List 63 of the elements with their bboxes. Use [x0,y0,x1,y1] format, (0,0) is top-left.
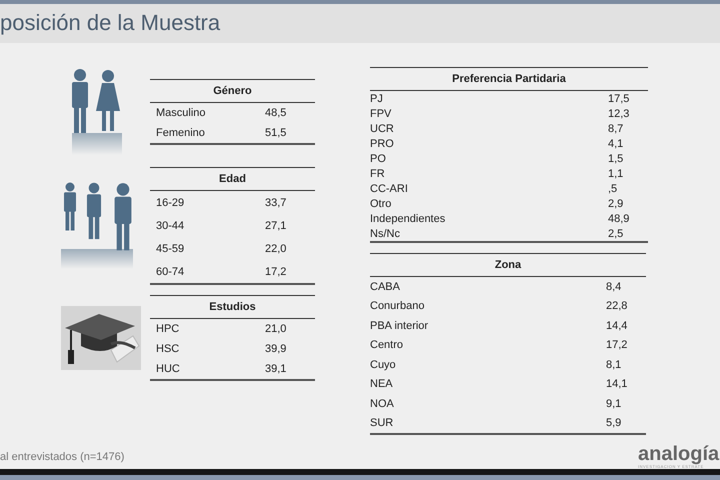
row-label: PO [370,152,387,165]
row-label: 45-59 [156,242,186,255]
row-value: 39,9 [265,343,288,356]
row-value: 14,1 [606,378,628,390]
row-label: Ns/Nc [370,228,401,240]
row-value: 51,5 [265,127,288,140]
row-value: 2,5 [608,228,624,240]
row-value: 33,7 [265,196,288,209]
row-value: 17,2 [265,266,288,278]
row-label: FR [370,168,386,180]
row-label: Femenino [156,127,206,140]
row-label: Independientes [370,212,446,225]
row-value: 21,0 [265,323,288,336]
row-value: 17,2 [606,339,628,352]
row-value: ,5 [608,182,618,195]
row-label: PBA interior [370,320,430,332]
row-label: Masculino [156,107,207,120]
row-value: 1,1 [608,168,624,180]
row-value: 9,1 [606,398,622,410]
row-label: NEA [370,378,394,390]
row-label: Conurbano [370,300,426,312]
row-label: 16-29 [156,196,186,209]
row-value: 14,4 [606,320,628,332]
row-value: 17,5 [608,92,630,105]
row-value: 1,5 [608,152,624,165]
row-value: 39,1 [265,363,288,376]
row-label: Otro [370,198,392,210]
row-label: Cuyo [370,358,397,371]
row-value: 8,7 [608,122,624,135]
footer-note: al entrevistados (n=1476) [0,451,124,466]
row-value: 22,0 [265,242,288,255]
table-heading: Edad [150,168,315,192]
row-label: 60-74 [156,266,186,278]
row-label: UCR [370,122,395,135]
row-label: CC-ARI [370,182,409,195]
row-label: CABA [370,280,401,293]
table-heading: Estudios [150,296,315,320]
row-value: 8,4 [606,280,622,293]
table-heading: Preferencia Partidaria [370,68,648,92]
row-label: FPV [370,108,392,120]
row-label: SUR [370,417,394,430]
row-value: 4,1 [608,138,624,150]
table-heading: Género [150,80,315,104]
slide-title: posición de la Muestra [0,10,220,36]
row-value: 12,3 [608,108,630,120]
logo-wordmark: analogía [638,444,720,464]
row-value: 8,1 [606,358,622,371]
row-label: HUC [156,363,181,376]
row-label: HPC [156,323,180,336]
row-value: 5,9 [606,417,622,430]
row-value: 22,8 [606,300,628,312]
table-heading: Zona [370,254,646,278]
row-value: 2,9 [608,198,624,210]
row-label: PJ [370,92,384,105]
row-label: HSC [156,343,180,356]
row-label: Centro [370,339,404,352]
row-value: 27,1 [265,220,288,232]
row-label: NOA [370,398,395,410]
row-value: 48,9 [608,212,630,225]
row-value: 48,5 [265,107,288,120]
row-label: 30-44 [156,220,186,232]
graduation-cap-icon [61,306,141,370]
row-label: PRO [370,138,395,150]
